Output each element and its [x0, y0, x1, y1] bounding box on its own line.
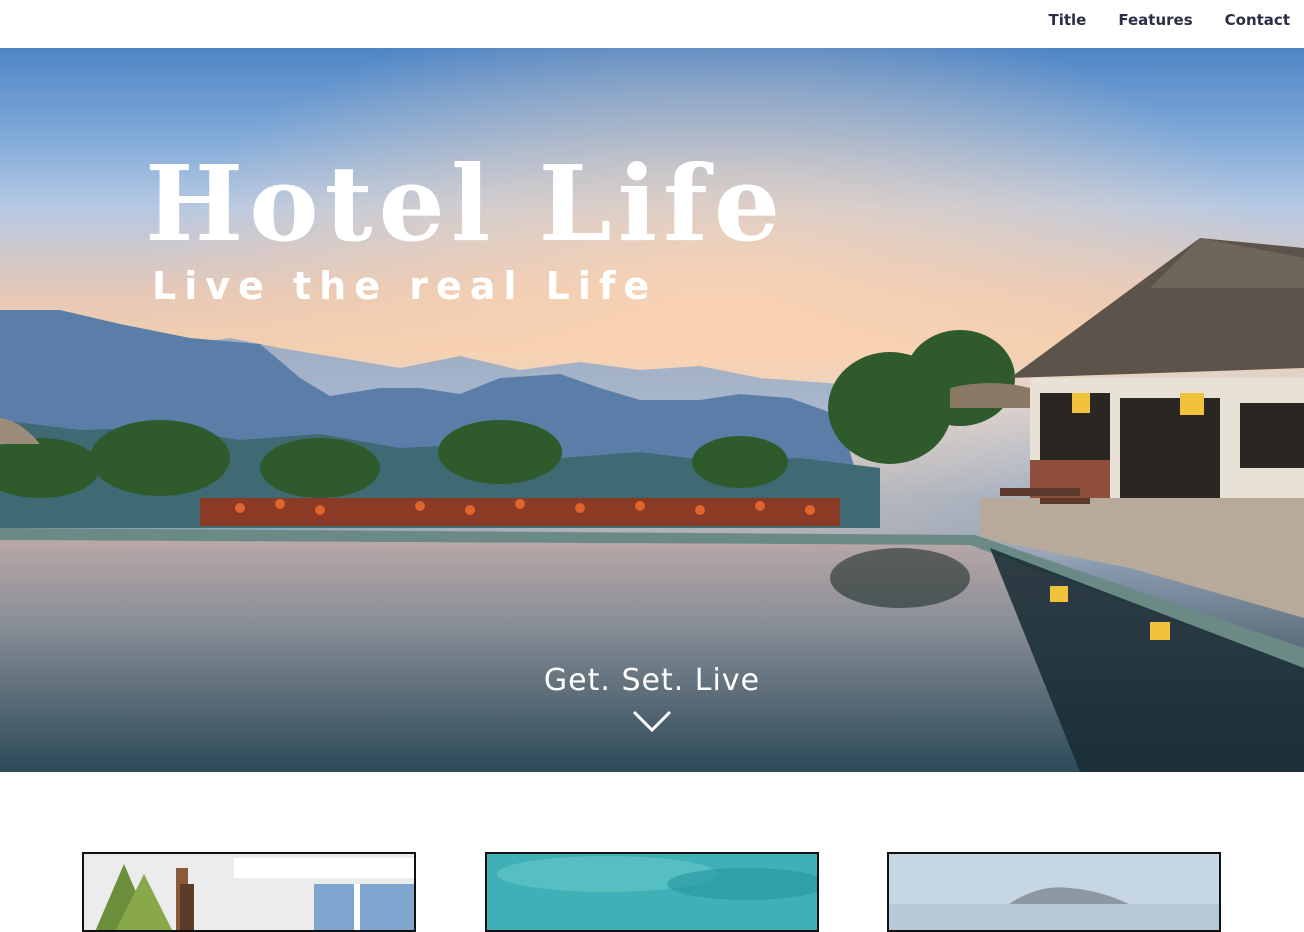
feature-card-view[interactable] — [887, 852, 1221, 932]
nav-link-contact[interactable]: Contact — [1225, 11, 1290, 29]
nav-link-features[interactable]: Features — [1118, 11, 1192, 29]
pool-image — [487, 854, 817, 930]
hero-section: Hotel Life Live the real Life Get. Set. … — [0, 48, 1304, 772]
feature-card-pool[interactable] — [485, 852, 819, 932]
top-navbar: Title Features Contact — [0, 0, 1304, 48]
chevron-down-icon[interactable] — [632, 710, 672, 734]
hero-tagline: Get. Set. Live — [543, 663, 761, 698]
mountain-view-image — [889, 854, 1219, 930]
room-image — [84, 854, 414, 930]
hero-subtitle: Live the real Life — [152, 264, 658, 308]
feature-card-room[interactable] — [82, 852, 416, 932]
hero-title: Hotel Life — [145, 142, 787, 265]
nav-menu: Title Features Contact — [1048, 11, 1290, 29]
nav-link-title[interactable]: Title — [1048, 11, 1086, 29]
features-section — [0, 772, 1304, 932]
